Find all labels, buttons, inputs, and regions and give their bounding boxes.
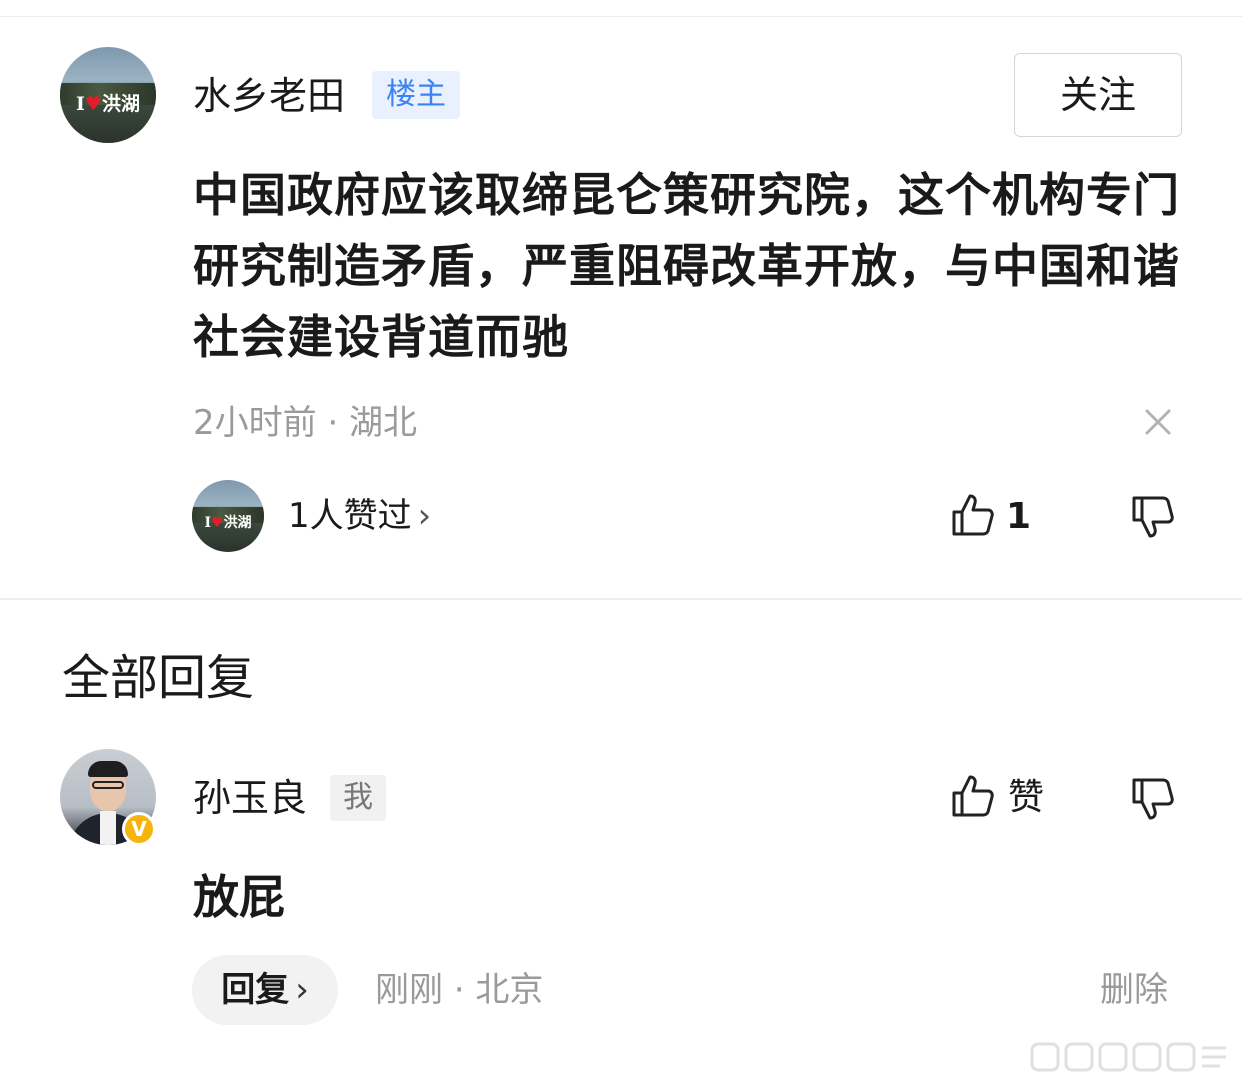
avatar-glasses (92, 781, 124, 789)
verified-badge-icon: V (122, 812, 156, 846)
avatar-logo: I♥洪湖 (76, 93, 140, 116)
avatar-hair (88, 761, 128, 777)
liked-by-link[interactable]: 1人赞过 › (288, 494, 431, 538)
chevron-right-icon: › (417, 496, 432, 536)
op-author-badge: 楼主 (372, 71, 460, 119)
reply-meta: 刚刚 · 北京 (375, 970, 544, 1010)
me-badge: 我 (330, 775, 386, 821)
top-divider (0, 16, 1242, 17)
reply-button[interactable]: 回复 › (192, 955, 338, 1025)
like-count: 1 (1006, 496, 1032, 537)
thumbs-up-icon[interactable] (950, 492, 996, 538)
reply-author-name[interactable]: 孙玉良 (193, 774, 307, 822)
follow-button[interactable]: 关注 (1014, 53, 1182, 137)
watermark-icon (1030, 1042, 1226, 1072)
op-avatar[interactable]: I♥洪湖 (60, 47, 156, 143)
post-content: 中国政府应该取缔昆仑策研究院，这个机构专门研究制造矛盾，严重阻碍改革开放，与中国… (193, 168, 1180, 364)
op-author-name[interactable]: 水乡老田 (193, 72, 345, 120)
thumbs-down-icon[interactable] (1130, 776, 1176, 822)
post-meta: 2小时前 · 湖北 (193, 403, 418, 443)
reply-content: 放屁 (193, 870, 285, 924)
close-icon[interactable] (1140, 404, 1176, 440)
liked-by-label: 1人赞过 (288, 496, 412, 536)
reply-like-label[interactable]: 赞 (1008, 775, 1044, 821)
reply-button-label: 回复 (221, 970, 290, 1010)
delete-button[interactable]: 删除 (1100, 966, 1168, 1014)
liker-avatar[interactable]: I♥洪湖 (192, 480, 264, 552)
avatar-shirt (100, 811, 116, 845)
avatar-logo: I♥洪湖 (204, 514, 252, 531)
thumbs-up-icon[interactable] (950, 773, 996, 819)
thumbs-down-icon[interactable] (1130, 494, 1176, 540)
section-divider (0, 598, 1242, 600)
all-replies-title: 全部回复 (62, 650, 255, 706)
chevron-right-icon: › (295, 970, 309, 1010)
